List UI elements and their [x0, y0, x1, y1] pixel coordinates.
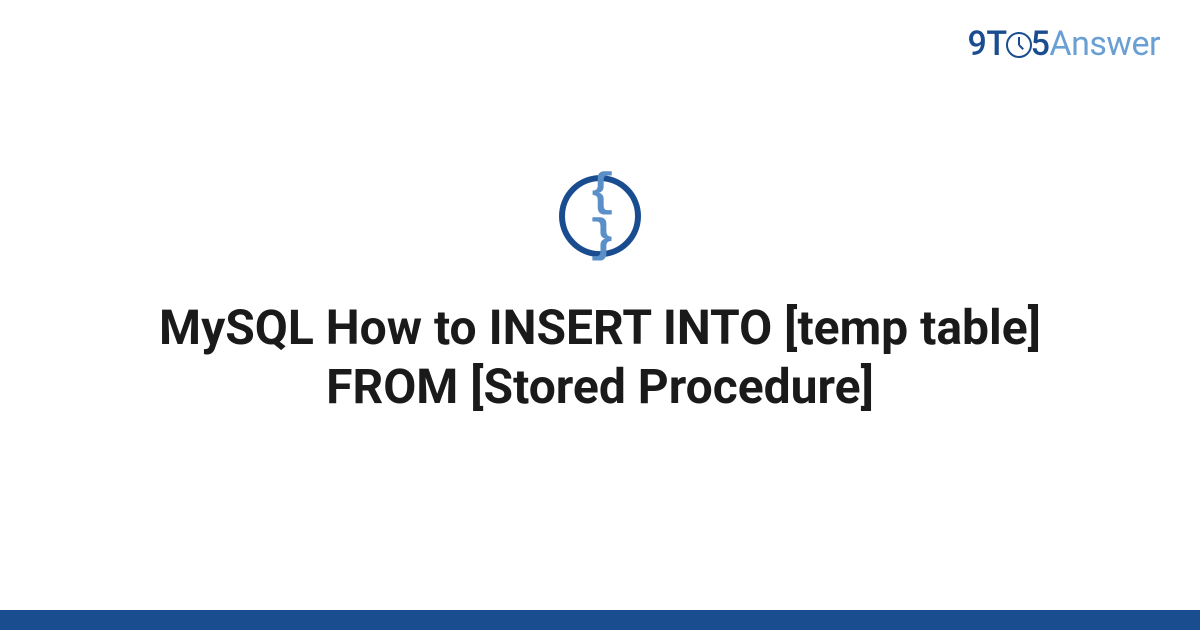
main-content: { } MySQL How to INSERT INTO [temp table… [0, 175, 1200, 416]
page-title: MySQL How to INSERT INTO [temp table] FR… [100, 299, 1100, 416]
brand-logo: 9T 5Answer [968, 24, 1160, 64]
brand-part-5: 5 [1031, 24, 1050, 64]
brand-part-9t: 9T [968, 24, 1007, 64]
code-braces-icon: { } [565, 170, 635, 262]
clock-icon [1006, 32, 1032, 58]
brand-part-answer: Answer [1049, 24, 1160, 64]
footer-bar [0, 610, 1200, 630]
topic-icon-circle: { } [559, 175, 641, 257]
